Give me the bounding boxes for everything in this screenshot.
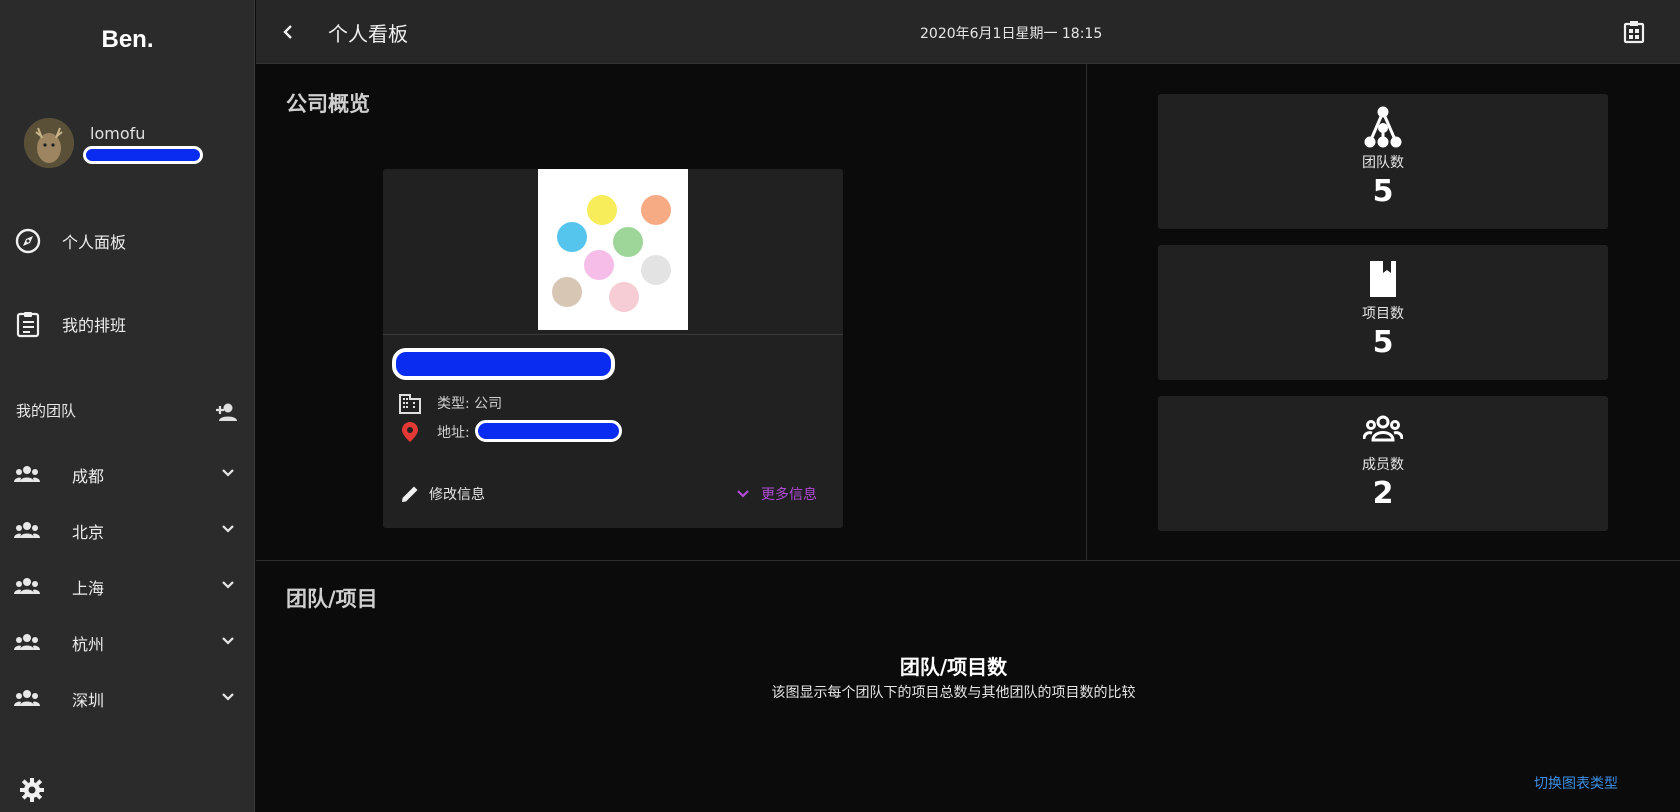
stat-value: 5 <box>1372 325 1394 360</box>
gear-icon[interactable] <box>18 776 46 804</box>
company-type-row: 类型: 公司 <box>399 391 502 415</box>
building-icon <box>399 392 421 414</box>
company-address-label: 地址: <box>437 425 470 441</box>
location-pin-icon <box>399 421 421 443</box>
company-logo-image <box>538 169 688 330</box>
group-icon <box>1362 408 1404 450</box>
chevron-down-icon[interactable] <box>218 463 238 483</box>
chart-description: 该图显示每个团队下的项目总数与其他团队的项目数的比较 <box>771 685 1136 701</box>
more-info-label: 更多信息 <box>761 487 817 503</box>
stat-card-teams: 团队数 5 <box>1158 94 1608 229</box>
group-icon <box>14 518 40 542</box>
divider <box>1086 64 1087 560</box>
stat-label: 项目数 <box>1362 306 1404 322</box>
overview-title: 公司概览 <box>286 92 370 116</box>
datetime: 2020年6月1日星期一 18:15 <box>920 26 1103 42</box>
card-separator <box>383 334 843 335</box>
team-label: 上海 <box>72 579 105 598</box>
stat-value: 5 <box>1372 174 1394 209</box>
team-item-chengdu[interactable]: 成都 <box>0 454 255 494</box>
book-icon <box>1363 257 1403 299</box>
redacted-user-info <box>83 146 203 164</box>
group-icon <box>14 630 40 654</box>
team-label: 成都 <box>72 467 105 486</box>
team-item-shanghai[interactable]: 上海 <box>0 566 255 606</box>
stat-card-projects: 项目数 5 <box>1158 245 1608 380</box>
redacted-company-address <box>475 420 622 442</box>
team-item-shenzhen[interactable]: 深圳 <box>0 678 255 718</box>
clipboard-list-icon <box>14 310 42 338</box>
stat-label: 成员数 <box>1362 457 1404 473</box>
nav-item-personal-panel[interactable]: 个人面板 <box>0 216 255 266</box>
team-label: 深圳 <box>72 691 105 710</box>
team-label: 杭州 <box>72 635 105 654</box>
stat-label: 团队数 <box>1362 155 1404 171</box>
team-label: 北京 <box>72 523 105 542</box>
group-icon <box>14 686 40 710</box>
username: lomofu <box>90 124 146 143</box>
pencil-icon <box>399 483 421 505</box>
redacted-company-name <box>392 348 615 380</box>
stat-card-members: 成员数 2 <box>1158 396 1608 531</box>
chevron-down-icon <box>733 484 753 504</box>
company-card: 类型: 公司 地址: 修改信息 更多信息 <box>383 169 843 528</box>
projects-title: 团队/项目 <box>286 587 378 611</box>
switch-chart-type-link[interactable]: 切换图表类型 <box>1534 773 1618 793</box>
top-header: 个人看板 2020年6月1日星期一 18:15 <box>256 0 1680 64</box>
avatar[interactable] <box>24 118 74 168</box>
more-info-button[interactable]: 更多信息 <box>733 482 817 506</box>
compass-icon <box>14 227 42 255</box>
teams-header: 我的团队 <box>16 402 77 420</box>
back-icon[interactable] <box>276 20 300 44</box>
add-team-icon[interactable] <box>213 401 239 423</box>
group-icon <box>14 574 40 598</box>
nav-item-label: 个人面板 <box>62 233 127 252</box>
chevron-down-icon[interactable] <box>218 519 238 539</box>
app-root: Ben. lomofu 个人面板 我的排班 我的团队 成都 北京 上海 杭州 深… <box>0 0 1680 812</box>
edit-info-button[interactable]: 修改信息 <box>399 482 485 506</box>
group-icon <box>14 462 40 486</box>
chevron-down-icon[interactable] <box>218 575 238 595</box>
team-item-hangzhou[interactable]: 杭州 <box>0 622 255 662</box>
chevron-down-icon[interactable] <box>218 631 238 651</box>
nav-item-label: 我的排班 <box>62 316 127 335</box>
chart-title: 团队/项目数 <box>899 655 1008 679</box>
page-title: 个人看板 <box>328 22 408 46</box>
app-logo[interactable]: Ben. <box>0 26 255 54</box>
sidebar: Ben. lomofu 个人面板 我的排班 我的团队 成都 北京 上海 杭州 深… <box>0 0 255 812</box>
hierarchy-icon <box>1363 106 1403 148</box>
company-address-row: 地址: <box>399 420 470 444</box>
chevron-down-icon[interactable] <box>218 687 238 707</box>
stat-value: 2 <box>1372 476 1394 511</box>
nav-item-my-schedule[interactable]: 我的排班 <box>0 299 255 349</box>
edit-info-label: 修改信息 <box>429 487 485 503</box>
building-icon[interactable] <box>1620 18 1648 46</box>
team-item-beijing[interactable]: 北京 <box>0 510 255 550</box>
divider <box>256 560 1680 561</box>
company-type: 类型: 公司 <box>437 396 503 412</box>
